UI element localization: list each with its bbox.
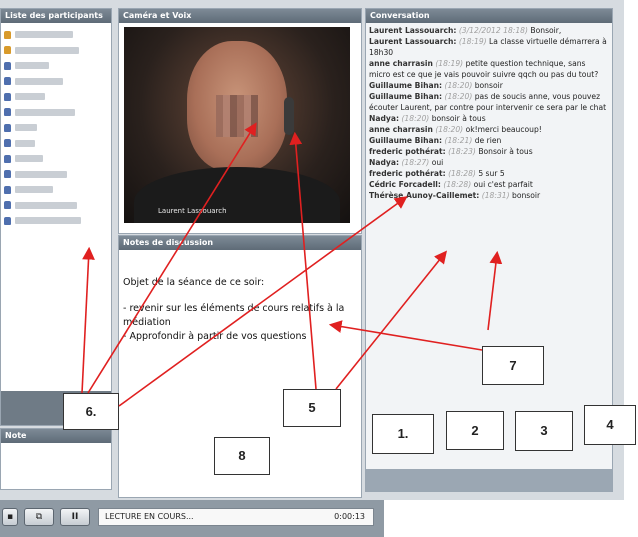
arrow-7-notes (328, 320, 483, 351)
arrow-5-chat (335, 250, 448, 390)
arrow-6-participants (81, 246, 95, 394)
arrow-7-chat (487, 250, 503, 331)
arrow-6-video (87, 122, 257, 394)
annotation-arrows (81, 122, 503, 407)
arrow-5-video (289, 131, 317, 390)
arrow-6-chat (118, 196, 408, 407)
